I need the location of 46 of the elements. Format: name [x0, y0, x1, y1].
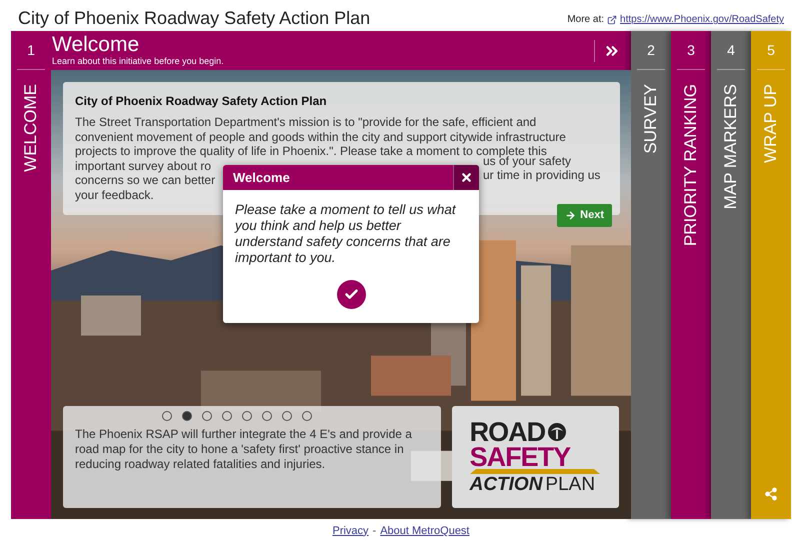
step-tab[interactable]: 4 MAP MARKERS [711, 31, 751, 519]
step-number: 1 [27, 40, 35, 60]
logo-text: PLAN [545, 474, 596, 496]
close-icon [460, 171, 473, 184]
intro-text: The Street Transportation Department's mission is to "provide for the safe, efficient and [75, 115, 536, 129]
intro-text: ur time in providing us [483, 168, 600, 182]
step-label: WRAP UP [760, 84, 782, 164]
step-label: PRIORITY RANKING [680, 84, 702, 246]
dialog-message: Please take a moment to tell us what you think and help us better understand safety concerns that are important to you. [233, 201, 457, 266]
intro-text: convenient movement of people and goods within the city and support citywide infrastructure [75, 130, 566, 144]
logo-text: ACTION [470, 474, 542, 496]
dialog-title: Welcome [232, 169, 291, 187]
privacy-link[interactable]: Privacy [332, 522, 369, 540]
road-stripes-icon [470, 468, 600, 474]
website-link[interactable]: https://www.Phoenix.gov/RoadSafety [620, 12, 784, 27]
close-button[interactable] [453, 165, 479, 190]
arrow-icon [565, 210, 576, 221]
panel-title: Welcome [52, 34, 140, 56]
step-label: WELCOME [20, 84, 42, 172]
check-icon [344, 287, 358, 302]
about-link[interactable]: About MetroQuest [380, 522, 470, 540]
link-separator: - [372, 524, 376, 539]
logo-text: ROAD [470, 418, 546, 444]
next-button[interactable]: Next [557, 204, 612, 227]
caption-text: The Phoenix RSAP will further integrate the 4 E's and provide a road map for the city to hone a 'safety first' proactive stance in reducing roadway related fatalities and injuries. [75, 427, 413, 472]
intro-text: projects to improve the quality of life in Phoenix.". Please take a moment to complete this [75, 144, 547, 158]
intro-title: City of Phoenix Roadway Safety Action Plan [75, 94, 328, 109]
more-at-label: More at: [567, 13, 604, 27]
confirm-button[interactable] [336, 280, 366, 309]
page-title: City of Phoenix Roadway Safety Action Plan [18, 9, 370, 27]
share-icon[interactable] [764, 487, 778, 501]
panel-subtitle: Learn about this initiative before you begin. [52, 56, 225, 67]
intro-text: concerns so we can better [75, 173, 216, 187]
step-label: SURVEY [640, 84, 662, 154]
step-number: 4 [727, 40, 735, 60]
step-tab[interactable]: 2 SURVEY [631, 31, 671, 519]
external-link-icon [607, 14, 618, 24]
step-label: MAP MARKERS [720, 84, 742, 210]
logo-text: SAFETY [470, 444, 572, 468]
step-number: 2 [647, 40, 655, 60]
step-number: 3 [687, 40, 695, 60]
step-tab[interactable]: 3 PRIORITY RANKING [671, 31, 711, 519]
step-tab[interactable]: 1 WELCOME [11, 31, 51, 519]
intro-text: important survey about ro [75, 158, 212, 172]
step-number: 5 [767, 40, 775, 60]
intro-text: your feedback. [75, 188, 154, 202]
